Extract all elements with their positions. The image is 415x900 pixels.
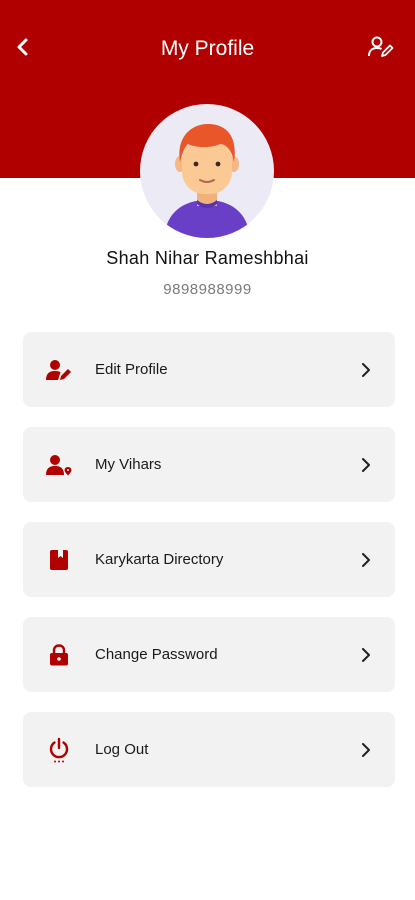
directory-book-icon [45, 546, 73, 574]
user-phone: 9898988999 [163, 281, 252, 298]
user-edit-icon [368, 36, 394, 63]
user-edit-icon [45, 356, 73, 384]
menu-item-label: Karykarta Directory [95, 551, 224, 568]
chevron-right-icon [359, 457, 373, 472]
chevron-right-icon [359, 647, 373, 662]
menu-item-label: My Vihars [95, 456, 162, 473]
menu-item-log-out[interactable]: Log Out [23, 712, 395, 787]
user-location-icon [45, 451, 73, 479]
avatar [140, 104, 274, 238]
menu-item-karykarta-directory[interactable]: Karykarta Directory [23, 522, 395, 597]
profile-menu: Edit Profile My Vihars Karykarta Directo… [23, 332, 395, 807]
chevron-right-icon [359, 362, 373, 377]
menu-item-label: Edit Profile [95, 361, 168, 378]
menu-item-my-vihars[interactable]: My Vihars [23, 427, 395, 502]
chevron-right-icon [359, 742, 373, 757]
page-title: My Profile [160, 37, 255, 60]
menu-item-label: Change Password [95, 646, 218, 663]
menu-item-change-password[interactable]: Change Password [23, 617, 395, 692]
chevron-right-icon [359, 552, 373, 567]
menu-item-edit-profile[interactable]: Edit Profile [23, 332, 395, 407]
user-name: Shah Nihar Rameshbhai [106, 248, 309, 268]
power-icon [45, 736, 73, 764]
lock-icon [45, 641, 73, 669]
edit-profile-header-button[interactable] [367, 36, 395, 62]
menu-item-label: Log Out [95, 741, 149, 758]
